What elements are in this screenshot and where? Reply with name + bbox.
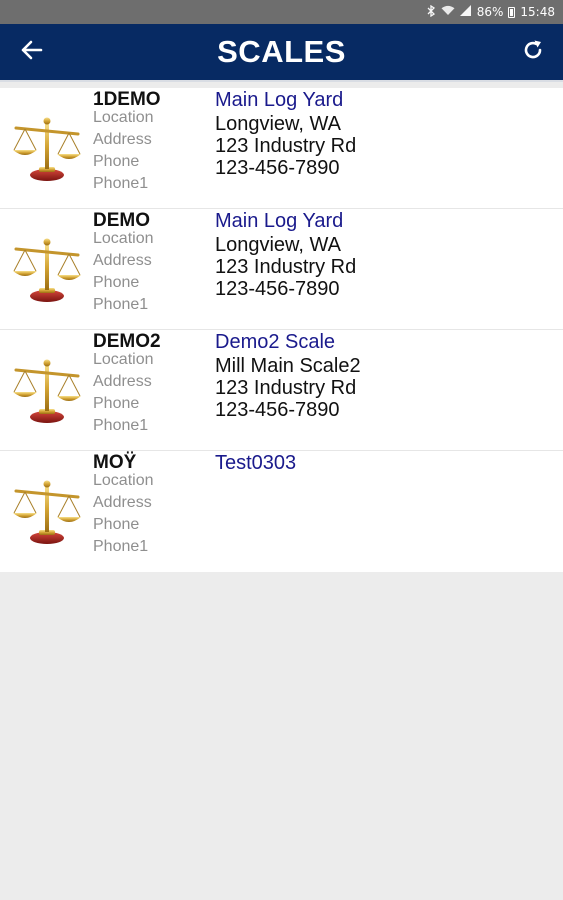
battery-percent: 86% bbox=[476, 5, 504, 19]
location-value: Longview, WA bbox=[215, 113, 341, 135]
address-label: Address bbox=[93, 252, 152, 269]
refresh-icon bbox=[521, 38, 545, 67]
scale-name: Demo2 Scale bbox=[215, 331, 336, 353]
scale-row[interactable]: 1DEMO Location Address Phone Phone1 Main Log … bbox=[0, 88, 563, 209]
wifi-icon bbox=[441, 5, 455, 19]
location-label: Location bbox=[93, 109, 154, 126]
location-value: Mill Main Scale2 bbox=[215, 355, 361, 377]
scale-balance-icon bbox=[12, 356, 86, 426]
location-label: Location bbox=[93, 472, 154, 489]
bluetooth-icon bbox=[427, 4, 436, 20]
scale-list: 1DEMO Location Address Phone Phone1 Main Log … bbox=[0, 88, 563, 572]
address-label: Address bbox=[93, 494, 152, 511]
scale-row[interactable]: DEMO Location Address Phone Phone1 Main Log Y… bbox=[0, 209, 563, 330]
phone-label: Phone bbox=[93, 516, 140, 533]
phone-value: 123-456-7890 bbox=[215, 157, 340, 179]
address-value: 123 Industry Rd bbox=[215, 135, 357, 157]
address-value: 123 Industry Rd bbox=[215, 377, 357, 399]
phone-label: Phone bbox=[93, 274, 140, 291]
empty-area bbox=[0, 572, 563, 900]
status-bar: 86% 15:48 bbox=[0, 0, 563, 24]
phone-value: 123-456-7890 bbox=[215, 399, 340, 421]
scale-row[interactable]: MOŸ Location Address Phone Phone1 Test0303 bbox=[0, 451, 563, 572]
scale-name: Test0303 bbox=[215, 452, 297, 474]
battery-icon bbox=[508, 6, 516, 18]
scale-name: Main Log Yard bbox=[215, 89, 344, 111]
address-label: Address bbox=[93, 373, 152, 390]
scale-balance-icon bbox=[12, 114, 86, 184]
phone1-label: Phone1 bbox=[93, 538, 149, 555]
signal-icon bbox=[459, 5, 472, 19]
phone1-label: Phone1 bbox=[93, 296, 149, 313]
address-value: 123 Industry Rd bbox=[215, 256, 357, 278]
refresh-button[interactable] bbox=[513, 34, 553, 70]
scale-row[interactable]: DEMO2 Location Address Phone Phone1 Demo2 Sca… bbox=[0, 330, 563, 451]
address-label: Address bbox=[93, 131, 152, 148]
phone-label: Phone bbox=[93, 395, 140, 412]
scale-balance-icon bbox=[12, 235, 86, 305]
phone-value: 123-456-7890 bbox=[215, 278, 340, 300]
scale-balance-icon bbox=[12, 477, 86, 547]
phone1-label: Phone1 bbox=[93, 417, 149, 434]
clock: 15:48 bbox=[520, 5, 555, 19]
page-title: SCALES bbox=[217, 34, 346, 69]
app-bar: SCALES bbox=[0, 24, 563, 82]
phone1-label: Phone1 bbox=[93, 175, 149, 192]
scale-name: Main Log Yard bbox=[215, 210, 344, 232]
location-value: Longview, WA bbox=[215, 234, 341, 256]
location-label: Location bbox=[93, 230, 154, 247]
location-label: Location bbox=[93, 351, 154, 368]
phone-label: Phone bbox=[93, 153, 140, 170]
